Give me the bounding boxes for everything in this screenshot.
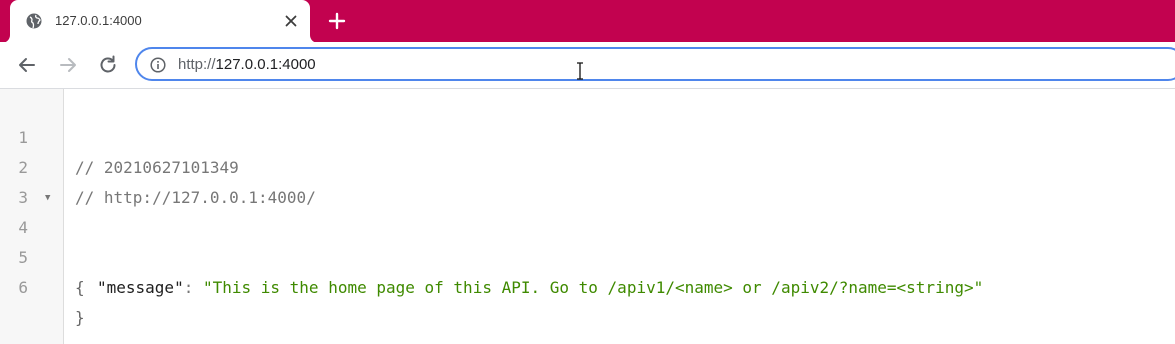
line-number: 6: [18, 278, 28, 297]
browser-window: 127.0.0.1:4000 http://127.0.0.1:4000 1 /…: [0, 0, 1175, 344]
code-line: 3: [0, 153, 1175, 207]
open-brace: {: [75, 278, 85, 297]
url-scheme: http://: [178, 56, 216, 73]
code-line: 2 // http://127.0.0.1:4000/: [0, 123, 1175, 207]
text-cursor-icon: [577, 62, 583, 80]
reload-icon[interactable]: [96, 53, 120, 77]
globe-icon: [26, 13, 42, 29]
active-tab[interactable]: 127.0.0.1:4000: [10, 0, 310, 43]
info-icon[interactable]: [150, 57, 166, 73]
url-text[interactable]: http://127.0.0.1:4000: [178, 56, 316, 73]
close-brace: }: [75, 308, 85, 327]
fold-triangle-icon[interactable]: ▼: [45, 183, 50, 213]
code-line: 1 // 20210627101349: [0, 93, 1175, 177]
toolbar: http://127.0.0.1:4000: [0, 42, 1175, 89]
tab-title: 127.0.0.1:4000: [55, 13, 142, 28]
url-host: 127.0.0.1:4000: [215, 56, 316, 73]
close-icon[interactable]: [282, 12, 300, 30]
tab-strip: 127.0.0.1:4000: [0, 0, 1175, 43]
json-viewer: 1 // 20210627101349 2 // http://127.0.0.…: [0, 89, 1175, 344]
plus-icon[interactable]: [326, 10, 348, 32]
address-bar[interactable]: http://127.0.0.1:4000: [135, 47, 1175, 81]
json-property: "message": "This is the home page of thi…: [97, 273, 983, 303]
json-separator: :: [183, 278, 203, 297]
json-string-value: "This is the home page of this API. Go t…: [202, 278, 984, 297]
forward-arrow-icon[interactable]: [56, 53, 80, 77]
json-key: "message": [97, 278, 184, 297]
code-line: 4 ▼ {: [0, 183, 1175, 297]
code-line: 6 }: [0, 243, 1175, 327]
back-arrow-icon[interactable]: [15, 53, 39, 77]
code-line: 5 "message": "This is the home page of t…: [0, 213, 1175, 297]
